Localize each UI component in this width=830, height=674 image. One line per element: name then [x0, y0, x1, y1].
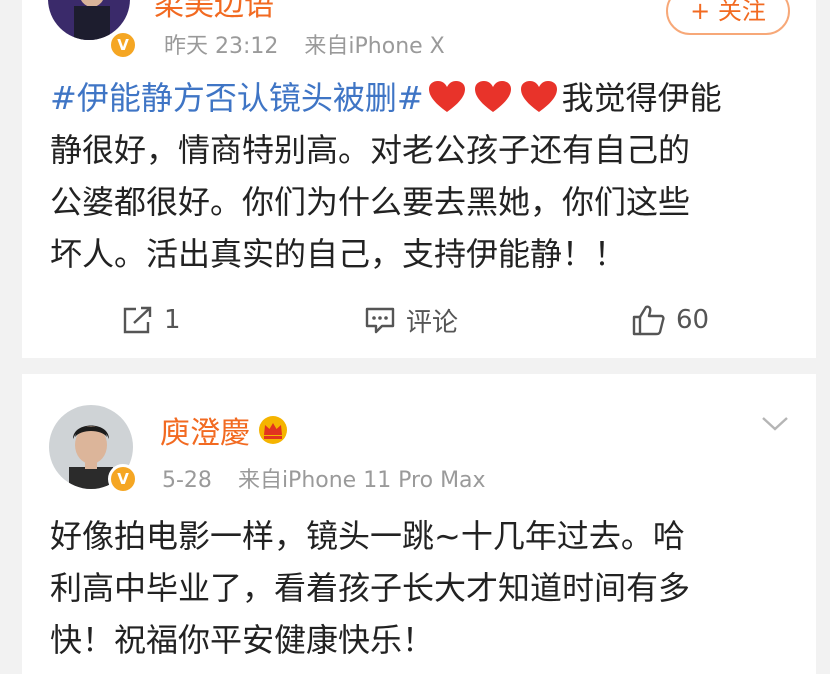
- repost-icon: [123, 306, 152, 334]
- heart-icon: [474, 81, 511, 112]
- post-line: #伊能静方否认镜头被删# 我觉得伊能: [50, 72, 722, 124]
- source: 来自iPhone X: [304, 34, 445, 59]
- action-bar: 1 评论 60: [22, 290, 816, 350]
- post-meta: 5-28 来自iPhone 11 Pro Max: [162, 462, 486, 494]
- post-line: 好像拍电影一样，镜头一跳~十几年过去。哈: [50, 517, 685, 555]
- like-button[interactable]: 60: [632, 290, 709, 350]
- post-body: 好像拍电影一样，镜头一跳~十几年过去。哈 利高中毕业了，看着孩子长大才知道时间有…: [50, 510, 690, 666]
- username-text: 庾澄慶: [160, 416, 250, 451]
- repost-button[interactable]: 1: [122, 290, 181, 350]
- comment-button[interactable]: 评论: [364, 290, 458, 350]
- hashtag-link[interactable]: #伊能静方否认镜头被删#: [50, 79, 424, 117]
- post-meta: 昨天 23:12 来自iPhone X: [164, 28, 445, 60]
- post-line: 坏人。活出真实的自己，支持伊能静！！: [50, 235, 627, 273]
- chevron-down-icon[interactable]: [760, 414, 790, 434]
- post-card-2: V 庾澄慶 5-28 来自iPhone 11 Pro Max 好像拍电影一样，镜…: [22, 374, 816, 674]
- post-card-1: V 柔美边语 昨天 23:12 来自iPhone X + 关注 #伊能静方否认镜…: [22, 0, 816, 358]
- source: 来自iPhone 11 Pro Max: [237, 468, 486, 493]
- follow-button[interactable]: + 关注: [666, 0, 790, 35]
- like-count: 60: [676, 305, 710, 335]
- verified-badge-icon: V: [108, 464, 138, 494]
- post-line: 静很好，情商特别高。对老公孩子还有自己的: [50, 131, 691, 169]
- username[interactable]: 柔美边语: [154, 0, 274, 24]
- post-text: 我觉得伊能: [561, 79, 722, 117]
- crown-icon: [259, 416, 287, 444]
- comment-label: 评论: [406, 307, 459, 338]
- verified-badge-icon: V: [108, 30, 138, 60]
- post-line: 利高中毕业了，看着孩子长大才知道时间有多: [50, 569, 691, 607]
- heart-icon: [428, 81, 465, 112]
- like-icon: [632, 305, 665, 336]
- repost-count: 1: [164, 305, 181, 335]
- timestamp: 5-28: [162, 468, 212, 493]
- post-line: 公婆都很好。你们为什么要去黑她，你们这些: [50, 183, 691, 221]
- post-body: #伊能静方否认镜头被删# 我觉得伊能 静很好，情商特别高。对老公孩子还有自己的 公…: [50, 72, 722, 280]
- timestamp: 昨天 23:12: [164, 34, 279, 59]
- heart-icon: [520, 81, 557, 112]
- comment-icon: [365, 307, 395, 334]
- username[interactable]: 庾澄慶: [160, 408, 290, 452]
